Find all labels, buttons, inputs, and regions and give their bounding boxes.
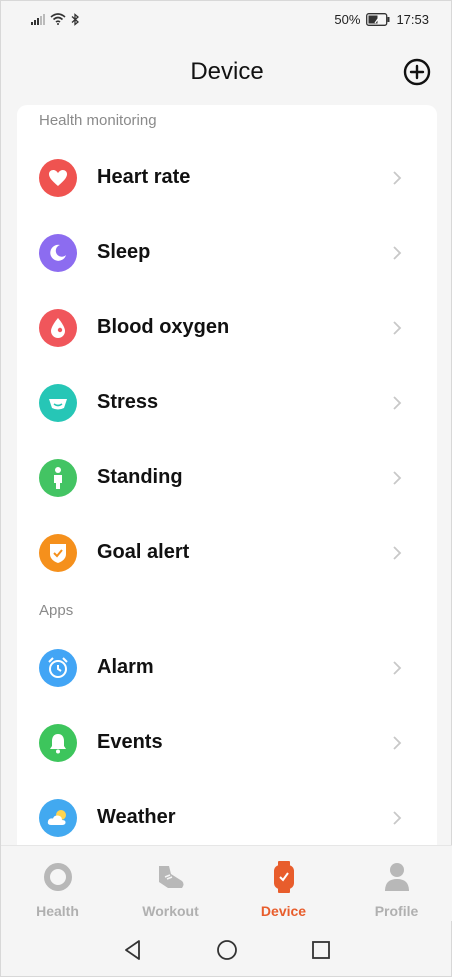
plus-circle-icon [403, 58, 431, 86]
stress-icon [39, 383, 77, 422]
list-item-label: Goal alert [97, 541, 190, 563]
chevron-right-icon [393, 810, 402, 825]
chevron-right-icon [393, 395, 402, 410]
chevron-right-icon [393, 245, 402, 260]
battery-percent: 50% [334, 11, 361, 27]
add-device-button[interactable] [403, 58, 431, 86]
nav-item-health[interactable]: Health [1, 846, 114, 921]
clock-time: 17:53 [396, 11, 429, 27]
chevron-right-icon [393, 735, 402, 750]
section-title-health-monitoring: Health monitoring [39, 112, 157, 129]
list-item-weather[interactable]: Weather [17, 780, 437, 845]
nav-label: Workout [142, 903, 199, 919]
system-nav-bar [1, 921, 452, 977]
chevron-right-icon [393, 545, 402, 560]
nav-label: Health [36, 903, 79, 919]
chevron-right-icon [393, 320, 402, 335]
list-item-label: Standing [97, 466, 183, 488]
list-item-label: Events [97, 731, 163, 753]
recents-square-icon [312, 940, 330, 959]
bell-icon [39, 723, 77, 762]
list-item-goal-alert[interactable]: Goal alert [17, 515, 437, 590]
signal-icon [31, 13, 45, 25]
list-item-sleep[interactable]: Sleep [17, 215, 437, 290]
watch-icon [268, 860, 300, 894]
list-item-heart-rate[interactable]: Heart rate [17, 140, 437, 215]
back-triangle-icon [125, 939, 140, 960]
list-item-label: Weather [97, 806, 176, 828]
shoe-icon [155, 860, 187, 894]
list-item-label: Alarm [97, 656, 154, 678]
bottom-nav: Health Workout Device Profile [1, 845, 452, 921]
list-item-blood-oxygen[interactable]: Blood oxygen [17, 290, 437, 365]
home-circle-icon [217, 939, 237, 960]
wifi-icon [50, 13, 66, 25]
alarm-clock-icon [39, 648, 77, 687]
page-title: Device [190, 58, 264, 85]
status-left [31, 12, 79, 26]
nav-item-device[interactable]: Device [227, 846, 340, 921]
settings-card: Health monitoring Heart rate Sleep Blood… [17, 105, 437, 845]
nav-item-workout[interactable]: Workout [114, 846, 227, 921]
chevron-right-icon [393, 170, 402, 185]
header: Device [1, 37, 452, 107]
back-button[interactable] [119, 936, 147, 964]
list-item-events[interactable]: Events [17, 705, 437, 780]
home-button[interactable] [213, 936, 241, 964]
recents-button[interactable] [307, 936, 335, 964]
status-right: 50% 17:53 [334, 12, 429, 27]
list-item-label: Heart rate [97, 166, 191, 188]
moon-icon [39, 233, 77, 272]
list-item-standing[interactable]: Standing [17, 440, 437, 515]
status-bar: 50% 17:53 [1, 1, 452, 37]
chevron-right-icon [393, 660, 402, 675]
person-standing-icon [39, 458, 77, 497]
nav-label: Device [260, 903, 307, 919]
nav-item-profile[interactable]: Profile [340, 846, 452, 921]
shield-check-icon [39, 533, 77, 572]
weather-icon [39, 798, 77, 837]
drop-icon [39, 308, 77, 347]
person-icon [381, 860, 413, 894]
list-item-label: Sleep [97, 241, 151, 263]
list-item-label: Stress [97, 391, 159, 413]
bluetooth-icon [71, 12, 79, 26]
list-item-label: Blood oxygen [97, 316, 230, 338]
list-item-stress[interactable]: Stress [17, 365, 437, 440]
ring-icon [42, 860, 74, 894]
heart-icon [39, 158, 77, 197]
battery-icon [366, 12, 390, 26]
nav-label: Profile [374, 903, 419, 919]
section-title-apps: Apps [39, 602, 74, 619]
chevron-right-icon [393, 470, 402, 485]
list-item-alarm[interactable]: Alarm [17, 630, 437, 705]
